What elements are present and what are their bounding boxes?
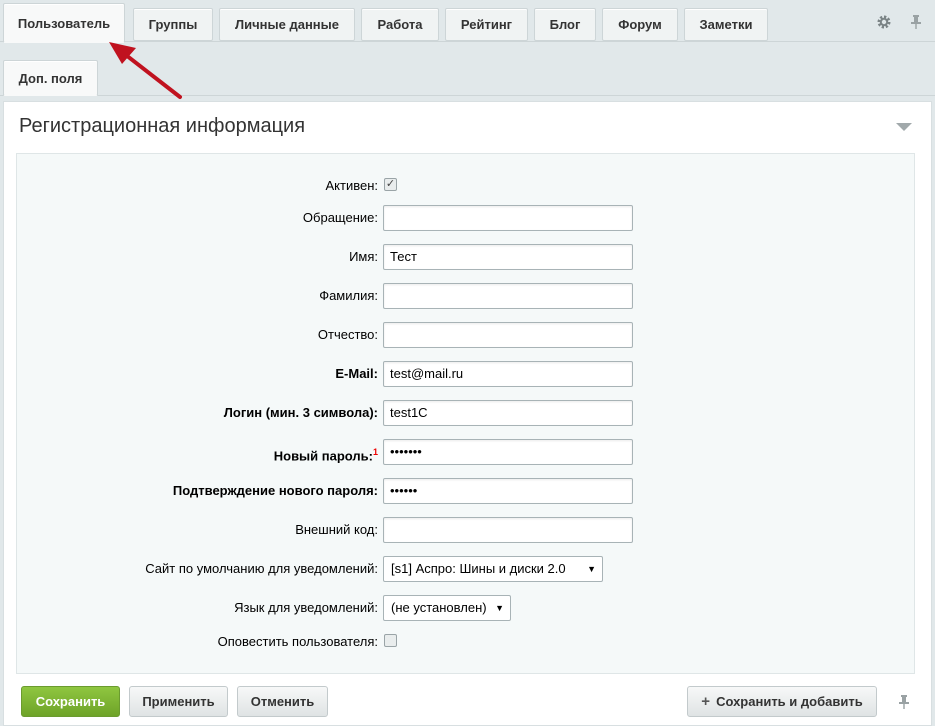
salutation-label: Обращение:: [302, 210, 378, 225]
tab-extra-fields[interactable]: Доп. поля: [3, 60, 98, 96]
row-external-code: Внешний код:: [17, 517, 916, 543]
tab-rating[interactable]: Рейтинг: [445, 8, 528, 41]
new-password-label-wrap: Новый пароль:1: [274, 439, 378, 465]
row-login: Логин (мин. 3 символа): test1C: [17, 400, 916, 426]
row-salutation: Обращение:: [17, 205, 916, 231]
language-select[interactable]: (не установлен) ▼: [383, 595, 511, 621]
tab-work[interactable]: Работа: [361, 8, 439, 41]
language-select-value: (не установлен): [391, 600, 487, 615]
site-select[interactable]: [s1] Аспро: Шины и диски 2.0 ▼: [383, 556, 603, 582]
active-label: Активен:: [325, 178, 378, 193]
row-new-password: Новый пароль:1 •••••••: [17, 439, 916, 465]
apply-button[interactable]: Применить: [129, 686, 228, 717]
row-email: E-Mail: test@mail.ru: [17, 361, 916, 387]
checkmark-icon: ✓: [385, 178, 396, 190]
salutation-input[interactable]: [383, 205, 633, 231]
pin-icon[interactable]: [908, 14, 924, 30]
email-input[interactable]: test@mail.ru: [383, 361, 633, 387]
row-language: Язык для уведомлений: (не установлен) ▼: [17, 595, 916, 621]
registration-form: Активен: ✓ Обращение: Имя: Тест Фамилия:…: [16, 153, 915, 674]
row-confirm-password: Подтверждение нового пароля: ••••••: [17, 478, 916, 504]
dropdown-caret-icon: ▼: [587, 564, 596, 574]
login-input[interactable]: test1C: [383, 400, 633, 426]
confirm-password-label: Подтверждение нового пароля:: [172, 483, 378, 498]
notify-checkbox[interactable]: [384, 634, 397, 647]
gear-icon[interactable]: [876, 14, 892, 30]
save-and-add-label: Сохранить и добавить: [716, 694, 863, 709]
new-password-input[interactable]: •••••••: [383, 439, 633, 465]
row-site: Сайт по умолчанию для уведомлений: [s1] …: [17, 556, 916, 582]
external-code-label: Внешний код:: [295, 522, 378, 537]
first-name-label: Имя:: [349, 249, 378, 264]
middle-name-input[interactable]: [383, 322, 633, 348]
tab-divider: [0, 95, 935, 96]
last-name-label: Фамилия:: [319, 288, 378, 303]
new-password-label: Новый пароль:: [273, 448, 373, 464]
external-code-input[interactable]: [383, 517, 633, 543]
save-and-add-button[interactable]: + Сохранить и добавить: [687, 686, 877, 717]
tab-notes[interactable]: Заметки: [684, 8, 768, 41]
collapse-triangle-icon[interactable]: [896, 123, 912, 131]
tab-personal-data[interactable]: Личные данные: [219, 8, 355, 41]
login-label: Логин (мин. 3 символа):: [223, 405, 378, 420]
confirm-password-input[interactable]: ••••••: [383, 478, 633, 504]
tab-user[interactable]: Пользователь: [3, 3, 125, 43]
row-notify: Оповестить пользователя:: [17, 629, 916, 655]
language-label: Язык для уведомлений:: [234, 600, 378, 615]
cancel-button[interactable]: Отменить: [237, 686, 328, 717]
dropdown-caret-icon: ▼: [495, 603, 504, 613]
site-select-value: [s1] Аспро: Шины и диски 2.0: [391, 561, 566, 576]
section-title: Регистрационная информация: [19, 115, 306, 137]
last-name-input[interactable]: [383, 283, 633, 309]
row-middle-name: Отчество:: [17, 322, 916, 348]
row-active: Активен: ✓: [17, 173, 916, 199]
middle-name-label: Отчество:: [317, 327, 378, 342]
first-name-input[interactable]: Тест: [383, 244, 633, 270]
row-last-name: Фамилия:: [17, 283, 916, 309]
tab-forum[interactable]: Форум: [602, 8, 678, 41]
tab-blog[interactable]: Блог: [534, 8, 596, 41]
row-first-name: Имя: Тест: [17, 244, 916, 270]
site-label: Сайт по умолчанию для уведомлений:: [145, 561, 378, 576]
save-button[interactable]: Сохранить: [21, 686, 120, 717]
required-note-mark: 1: [372, 447, 378, 457]
email-label: E-Mail:: [335, 366, 378, 381]
notify-label: Оповестить пользователя:: [217, 634, 378, 649]
tab-groups[interactable]: Группы: [133, 8, 213, 41]
pin-icon[interactable]: [897, 694, 911, 714]
tab-bar: Пользователь Группы Личные данные Работа…: [0, 0, 935, 96]
tab-divider: [0, 41, 935, 42]
plus-icon: +: [701, 693, 711, 710]
active-checkbox[interactable]: ✓: [384, 178, 397, 191]
registration-panel: Регистрационная информация Активен: ✓ Об…: [3, 101, 932, 726]
